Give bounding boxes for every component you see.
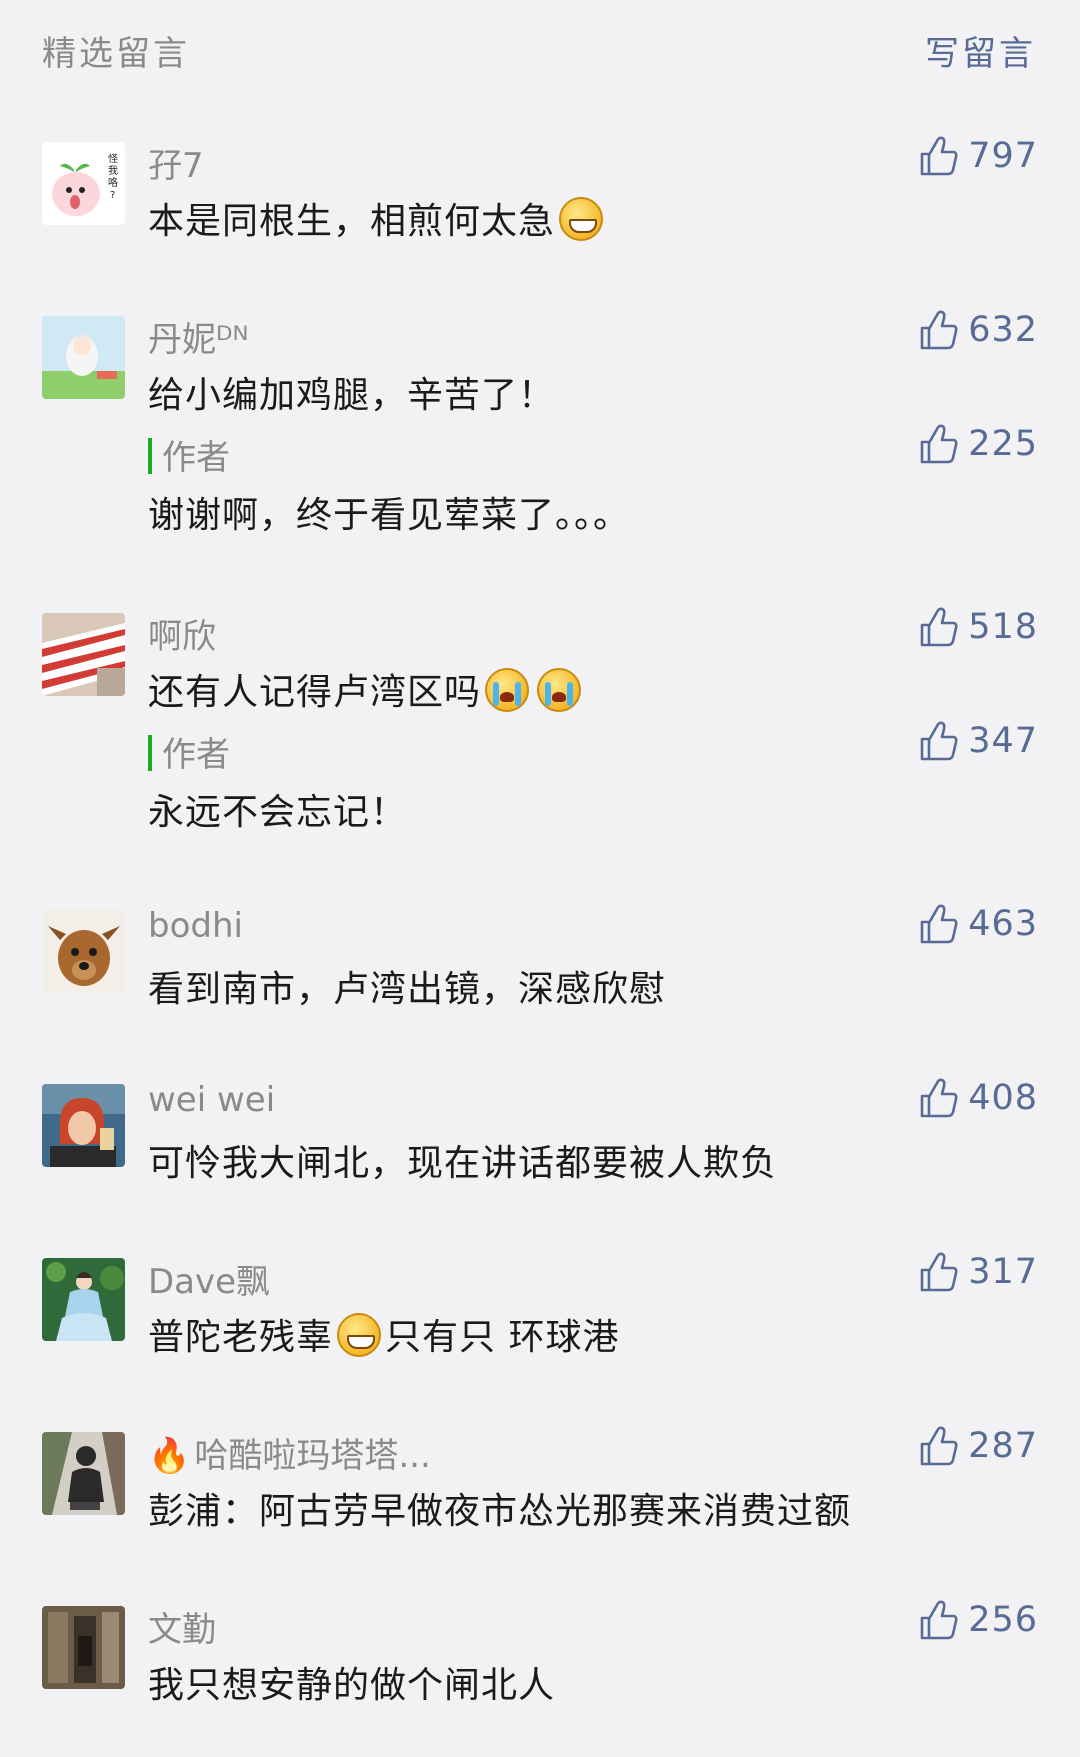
crying-emoji-icon [485,668,530,712]
like-count: 287 [968,1426,1038,1466]
avatar[interactable] [42,1606,125,1689]
comment-item: wei wei 可怜我大闸北，现在讲话都要被人欺负 408 [0,1042,1080,1216]
like-count: 225 [968,424,1038,464]
comment-content: 看到南市，卢湾出镜，深感欣慰 [148,969,667,1010]
comment-item: 怪 我 咯 ? 孖7 本是同根生，相煎何太急 797 [0,100,1080,274]
comment-content: 普陀老残辜 只有只 环球港 [148,1308,619,1360]
comment-content: 本是同根生，相煎何太急 [148,192,607,244]
author-reply-text: 永远不会忘记！ [148,792,408,833]
like-count: 347 [968,721,1038,761]
like-count: 408 [968,1078,1038,1118]
like-button[interactable]: 797 [918,132,1038,180]
thumbs-up-icon [920,1426,958,1466]
author-label: 作者 [162,438,230,478]
author-reply-bar [148,438,152,474]
comment-nickname: Dave飘 [148,1262,271,1302]
comment-text: 本是同根生，相煎何太急 [148,201,556,242]
svg-text:我: 我 [108,165,118,177]
comment-text: 只有只 环球港 [385,1317,620,1358]
avatar[interactable] [42,1432,125,1515]
thumbs-up-icon [920,1078,958,1118]
like-count: 632 [968,310,1038,350]
thumbs-up-icon [920,424,958,464]
write-comment-button[interactable]: 写留言 [925,26,1036,75]
comment-nickname: 丹妮ᴰᴺ [148,320,249,360]
comment-content: 可怜我大闸北，现在讲话都要被人欺负 [148,1143,778,1184]
grinning-emoji-icon [337,1313,382,1357]
thumbs-up-icon [920,904,958,944]
comment-content: 彭浦：阿古劳早做夜市怂光那赛来消费过额 [148,1491,852,1532]
nickname-text: 哈酷啦玛塔塔... [194,1436,431,1476]
thumbs-up-icon [920,1252,958,1292]
svg-text:怪: 怪 [108,152,118,165]
comment-item: 丹妮ᴰᴺ 给小编加鸡腿，辛苦了！ 632 作者 谢谢啊，终于看见荤菜了。。。 2… [0,274,1080,571]
fire-emoji-icon: 🔥 [148,1436,191,1476]
thumbs-up-icon [920,136,958,176]
comment-item: Dave飘 普陀老残辜 只有只 环球港 317 [0,1216,1080,1390]
like-button[interactable]: 287 [918,1422,1038,1470]
comment-nickname: bodhi [148,906,243,946]
comment-content: 还有人记得卢湾区吗 [148,663,585,715]
like-button[interactable]: 518 [918,603,1038,651]
comment-item: bodhi 看到南市，卢湾出镜，深感欣慰 463 [0,868,1080,1042]
grinning-emoji-icon [559,197,604,241]
comment-nickname: wei wei [148,1080,276,1120]
avatar[interactable] [42,910,125,993]
avatar[interactable] [42,613,125,696]
crying-emoji-icon [537,668,582,712]
comment-text: 普陀老残辜 [148,1317,334,1358]
comment-nickname: 啊欣 [148,617,216,657]
author-reply-text: 谢谢啊，终于看见荤菜了。。。 [148,495,631,536]
comment-content: 给小编加鸡腿，辛苦了！ [148,375,556,416]
avatar[interactable] [42,1258,125,1341]
like-button[interactable]: 256 [918,1596,1038,1644]
comment-item: 啊欣 还有人记得卢湾区吗 518 作者 永远不会忘记！ 347 [0,571,1080,868]
like-count: 317 [968,1252,1038,1292]
comment-item: 🔥 哈酷啦玛塔塔... 彭浦：阿古劳早做夜市怂光那赛来消费过额 287 [0,1390,1080,1564]
thumbs-up-icon [920,310,958,350]
like-button[interactable]: 632 [918,306,1038,354]
author-reply: 作者 永远不会忘记！ 347 [148,721,1038,857]
comment-content: 我只想安静的做个闸北人 [148,1665,556,1706]
like-button[interactable]: 463 [918,900,1038,948]
avatar[interactable] [42,1084,125,1167]
avatar[interactable]: 怪 我 咯 ? [42,142,125,225]
author-label: 作者 [162,735,230,775]
comment-list: 怪 我 咯 ? 孖7 本是同根生，相煎何太急 797 丹妮ᴰᴺ 给小编加鸡腿，辛… [0,100,1080,1738]
comments-header: 精选留言 写留言 [0,0,1080,100]
avatar[interactable] [42,316,125,399]
comment-nickname: 🔥 哈酷啦玛塔塔... [148,1428,431,1477]
svg-text:咯: 咯 [108,177,118,189]
reply-like-button[interactable]: 347 [918,717,1038,765]
like-count: 797 [968,136,1038,176]
comment-text: 还有人记得卢湾区吗 [148,672,482,713]
comment-item: 文勤 我只想安静的做个闸北人 256 [0,1564,1080,1738]
author-reply: 作者 谢谢啊，终于看见荤菜了。。。 225 [148,424,1038,560]
like-count: 256 [968,1600,1038,1640]
featured-comments-title: 精选留言 [42,34,190,74]
reply-like-button[interactable]: 225 [918,420,1038,468]
thumbs-up-icon [920,721,958,761]
author-reply-bar [148,735,152,771]
like-button[interactable]: 408 [918,1074,1038,1122]
like-count: 518 [968,607,1038,647]
comment-nickname: 文勤 [148,1610,216,1650]
like-count: 463 [968,904,1038,944]
thumbs-up-icon [920,607,958,647]
thumbs-up-icon [920,1600,958,1640]
comment-nickname: 孖7 [148,146,204,186]
svg-text:?: ? [110,190,115,201]
like-button[interactable]: 317 [918,1248,1038,1296]
